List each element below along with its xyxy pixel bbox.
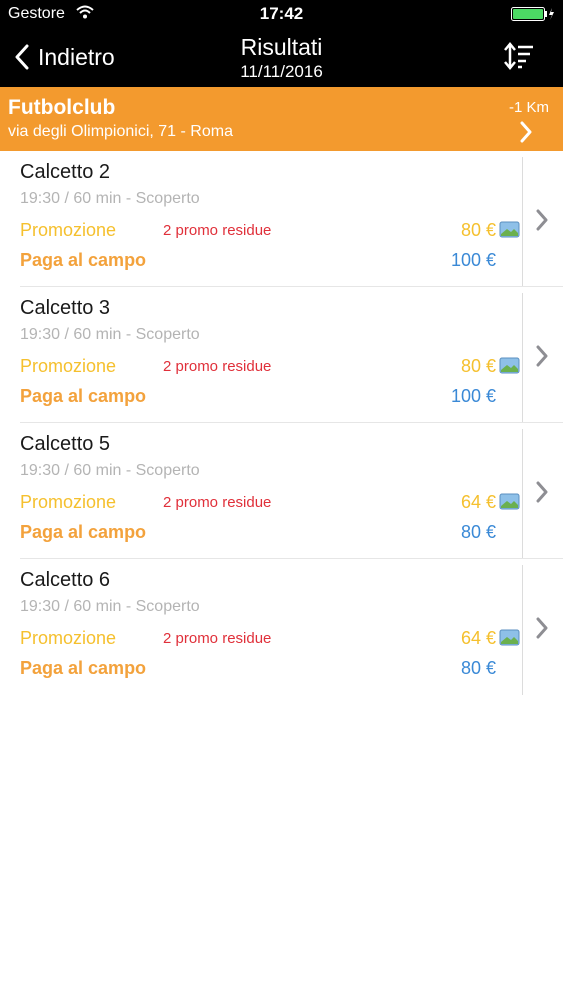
status-bar: Gestore 17:42 <box>0 0 563 28</box>
club-distance: -1 Km <box>508 99 549 116</box>
pay-label: Paga al campo <box>20 386 147 406</box>
ticket-icon <box>499 357 520 374</box>
divider <box>522 293 523 423</box>
field-details: 19:30 / 60 min - Scoperto <box>20 462 200 479</box>
navigation-bar: Gestore 17:42 Indietro Risultati 11/11/2… <box>0 0 563 87</box>
club-name: Futbolclub <box>8 96 116 119</box>
promo-price: 80 € <box>460 356 496 376</box>
pay-label: Paga al campo <box>20 658 147 678</box>
pay-label: Paga al campo <box>20 250 147 270</box>
field-details: 19:30 / 60 min - Scoperto <box>20 326 200 343</box>
field-details: 19:30 / 60 min - Scoperto <box>20 598 200 615</box>
promo-label: Promozione <box>20 492 117 512</box>
club-header[interactable]: Futbolclub via degli Olimpionici, 71 - R… <box>0 87 563 151</box>
promo-remaining: 2 promo residue <box>163 494 272 511</box>
field-name: Calcetto 2 <box>20 161 111 183</box>
club-address: via degli Olimpionici, 71 - Roma <box>8 123 233 140</box>
divider <box>522 429 523 559</box>
battery-icon <box>511 7 554 21</box>
page-title: Risultati <box>240 34 323 60</box>
field-details: 19:30 / 60 min - Scoperto <box>20 190 200 207</box>
promo-remaining: 2 promo residue <box>163 358 272 375</box>
divider <box>522 565 523 695</box>
promo-price: 80 € <box>460 220 496 240</box>
pay-price: 80 € <box>460 658 496 678</box>
pay-price: 80 € <box>460 522 496 542</box>
list-item[interactable]: Calcetto 3 19:30 / 60 min - Scoperto Pro… <box>0 287 563 423</box>
chevron-right-icon <box>520 121 532 143</box>
ticket-icon <box>499 629 520 646</box>
promo-remaining: 2 promo residue <box>163 222 272 239</box>
promo-label: Promozione <box>20 628 117 648</box>
pay-label: Paga al campo <box>20 522 147 542</box>
ticket-icon <box>499 221 520 238</box>
promo-price: 64 € <box>460 492 496 512</box>
field-name: Calcetto 3 <box>20 297 111 319</box>
pay-price: 100 € <box>450 386 496 406</box>
results-list: Calcetto 2 19:30 / 60 min - Scoperto Pro… <box>0 151 563 695</box>
pay-price: 100 € <box>450 250 496 270</box>
chevron-right-icon <box>536 209 548 231</box>
sort-icon[interactable] <box>503 42 535 70</box>
field-name: Calcetto 6 <box>20 569 111 591</box>
chevron-right-icon <box>536 481 548 503</box>
field-name: Calcetto 5 <box>20 433 111 455</box>
divider <box>522 157 523 287</box>
status-time: 17:42 <box>259 4 304 23</box>
chevron-right-icon <box>536 617 548 639</box>
promo-remaining: 2 promo residue <box>163 630 272 647</box>
chevron-right-icon <box>536 345 548 367</box>
promo-label: Promozione <box>20 220 117 240</box>
page-date: 11/11/2016 <box>240 62 323 81</box>
list-item[interactable]: Calcetto 5 19:30 / 60 min - Scoperto Pro… <box>0 423 563 559</box>
promo-price: 64 € <box>460 628 496 648</box>
list-item[interactable]: Calcetto 6 19:30 / 60 min - Scoperto Pro… <box>0 559 563 695</box>
ticket-icon <box>499 493 520 510</box>
list-item[interactable]: Calcetto 2 19:30 / 60 min - Scoperto Pro… <box>0 151 563 287</box>
promo-label: Promozione <box>20 356 117 376</box>
